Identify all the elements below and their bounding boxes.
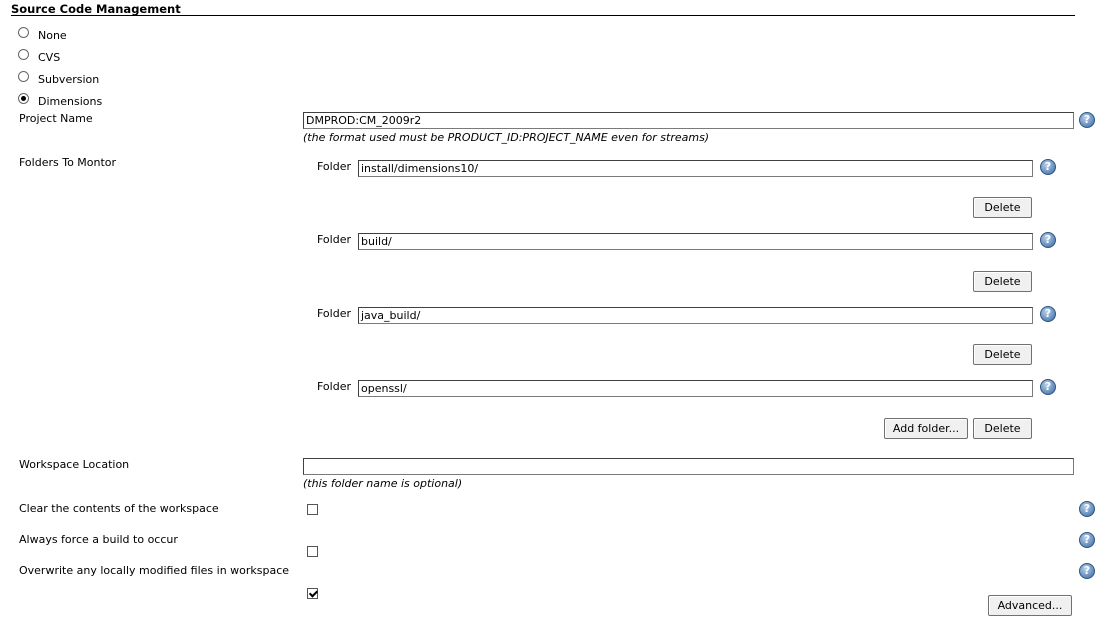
folder-input[interactable]: install/dimensions10/ bbox=[358, 160, 1033, 177]
delete-folder-button[interactable]: Delete bbox=[973, 418, 1032, 439]
overwrite-files-help-icon[interactable]: ? bbox=[1079, 563, 1095, 579]
radio-label-none: None bbox=[38, 28, 67, 42]
clear-workspace-label: Clear the contents of the workspace bbox=[19, 502, 219, 515]
radio-option-none[interactable]: None bbox=[18, 26, 67, 44]
force-build-label: Always force a build to occur bbox=[19, 533, 178, 546]
project-name-label: Project Name bbox=[19, 112, 93, 125]
radio-button-dimensions[interactable] bbox=[18, 92, 29, 104]
delete-folder-button[interactable]: Delete bbox=[973, 197, 1032, 218]
folder-input[interactable]: java_build/ bbox=[358, 307, 1033, 324]
radio-button-subversion[interactable] bbox=[18, 70, 29, 82]
radio-option-cvs[interactable]: CVS bbox=[18, 48, 60, 66]
folder-label: Folder bbox=[317, 160, 351, 173]
folder-input[interactable]: openssl/ bbox=[358, 380, 1033, 397]
force-build-help-icon[interactable]: ? bbox=[1079, 532, 1095, 548]
radio-label-cvs: CVS bbox=[38, 50, 61, 64]
force-build-checkbox[interactable] bbox=[307, 546, 318, 557]
workspace-location-label: Workspace Location bbox=[19, 458, 130, 471]
advanced-button[interactable]: Advanced... bbox=[988, 595, 1072, 616]
folder-help-icon[interactable]: ? bbox=[1040, 232, 1056, 248]
clear-workspace-help-icon[interactable]: ? bbox=[1079, 501, 1095, 517]
radio-option-dimensions[interactable]: Dimensions bbox=[18, 92, 102, 110]
folders-label: Folders To Montor bbox=[19, 156, 117, 169]
workspace-location-input[interactable] bbox=[303, 458, 1074, 475]
section-divider bbox=[11, 15, 1075, 16]
project-name-hint: (the format used must be PRODUCT_ID:PROJ… bbox=[303, 131, 710, 144]
folder-help-icon[interactable]: ? bbox=[1040, 379, 1056, 395]
radio-button-cvs[interactable] bbox=[18, 48, 29, 60]
add-folder-button[interactable]: Add folder... bbox=[884, 418, 968, 439]
folder-help-icon[interactable]: ? bbox=[1040, 159, 1056, 175]
folder-label: Folder bbox=[317, 380, 351, 393]
overwrite-files-label: Overwrite any locally modified files in … bbox=[19, 564, 290, 577]
radio-label-subversion: Subversion bbox=[38, 72, 100, 86]
section-title: Source Code Management bbox=[11, 2, 181, 16]
folder-help-icon[interactable]: ? bbox=[1040, 306, 1056, 322]
project-name-help-icon[interactable]: ? bbox=[1079, 112, 1095, 128]
delete-folder-button[interactable]: Delete bbox=[973, 271, 1032, 292]
clear-workspace-checkbox[interactable] bbox=[307, 504, 318, 515]
folder-label: Folder bbox=[317, 307, 351, 320]
radio-label-dimensions: Dimensions bbox=[38, 94, 103, 108]
radio-button-none[interactable] bbox=[18, 26, 29, 38]
project-name-input[interactable]: DMPROD:CM_2009r2 bbox=[303, 112, 1074, 129]
radio-option-subversion[interactable]: Subversion bbox=[18, 70, 99, 88]
folder-input[interactable]: build/ bbox=[358, 233, 1033, 250]
delete-folder-button[interactable]: Delete bbox=[973, 344, 1032, 365]
folder-label: Folder bbox=[317, 233, 351, 246]
workspace-location-hint: (this folder name is optional) bbox=[303, 477, 463, 490]
overwrite-files-checkbox[interactable] bbox=[307, 588, 318, 599]
